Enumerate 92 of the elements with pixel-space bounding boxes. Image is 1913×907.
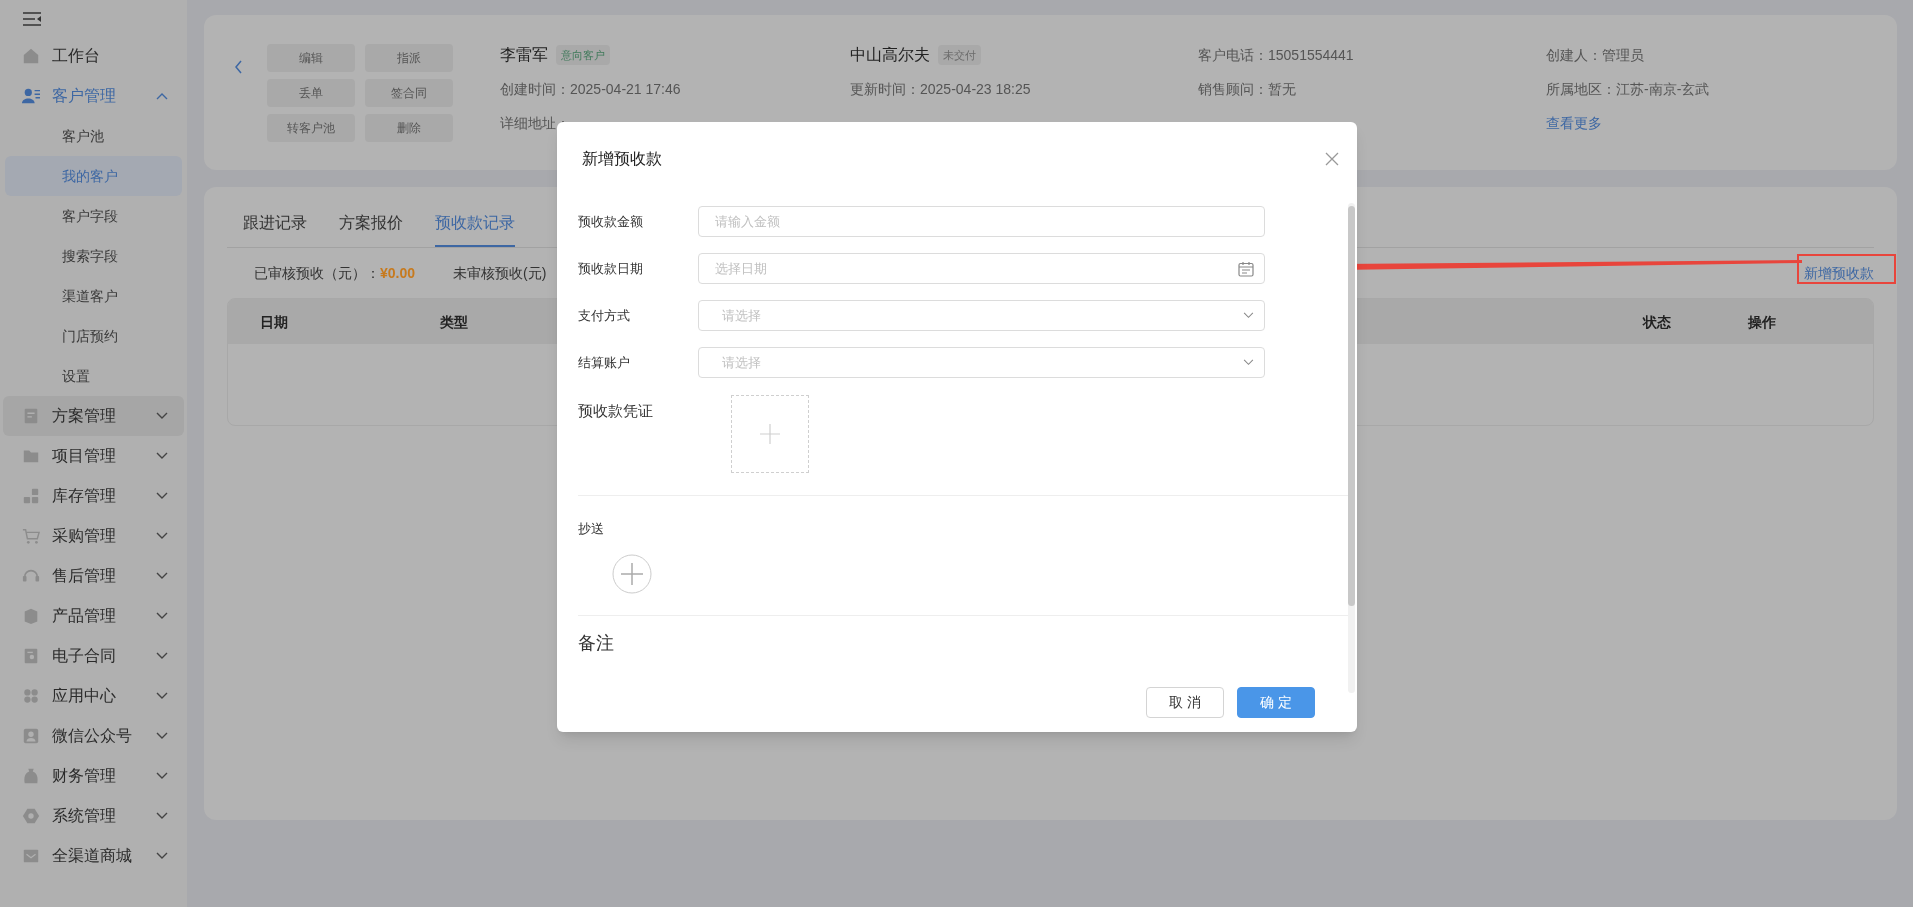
box-icon [22,607,40,625]
action-button[interactable]: 删除 [365,114,453,142]
confirm-button[interactable]: 确 定 [1237,687,1315,718]
chevron-down-icon [156,732,168,740]
add-person-icon[interactable] [612,554,652,594]
customer-name: 中山高尔夫 [850,45,930,65]
calendar-icon [1238,260,1254,277]
chevron-down-icon [156,532,168,540]
sidebar-item[interactable]: 财务管理 [3,756,184,796]
customer-name: 李雷军 [500,45,548,65]
column-header: 状态 [1643,313,1671,332]
chevron-down-icon [156,572,168,580]
add-prepayment-link[interactable]: 新增预收款 [1804,262,1874,284]
dialog-title: 新增预收款 [582,149,662,169]
field-label: 预收款凭证 [578,401,654,421]
tab[interactable]: 方案报价 [339,201,403,247]
close-icon[interactable] [1325,152,1339,166]
chevron-up-icon [156,92,168,100]
sidebar-subitem[interactable]: 渠道客户 [5,276,182,316]
sidebar-item[interactable]: 微信公众号 [3,716,184,756]
chevron-down-icon [1243,312,1254,319]
chevron-down-icon [156,772,168,780]
summary-label: 已审核预收（元）： [254,263,380,283]
chevron-down-icon [156,492,168,500]
sidebar-subitem[interactable]: 门店预约 [5,316,182,356]
summary-amount: ¥0.00 [380,263,416,283]
chevron-down-icon [1243,359,1254,366]
field-label: 预收款日期 [578,259,644,278]
chevron-down-icon [156,652,168,660]
remarks-heading: 备注 [578,633,614,653]
action-button[interactable]: 指派 [365,44,453,72]
status-tag: 未交付 [938,44,981,66]
chevron-down-icon [156,412,168,420]
chevron-down-icon [156,852,168,860]
contract-icon [22,647,40,665]
chevron-down-icon [156,812,168,820]
tab[interactable]: 预收款记录 [435,201,515,247]
column-header: 日期 [260,313,288,332]
person-icon [22,727,40,745]
chevron-down-icon [156,692,168,700]
sidebar-subitem[interactable]: 设置 [5,356,182,396]
info-text: 创建人：管理员 [1546,46,1645,65]
sidebar-item[interactable]: 方案管理 [3,396,184,436]
sidebar-item[interactable]: 采购管理 [3,516,184,556]
sidebar-item[interactable]: 全渠道商城 [3,836,184,876]
view-more-link[interactable]: 查看更多 [1546,112,1602,134]
action-button[interactable]: 签合同 [365,79,453,107]
document-icon [22,407,40,425]
info-text: 创建时间：2025-04-21 17:46 [500,80,682,99]
sidebar-item[interactable]: 库存管理 [3,476,184,516]
info-text: 更新时间：2025-04-23 18:25 [850,80,1032,99]
sidebar-subitem[interactable]: 搜索字段 [5,236,182,276]
info-text: 详细地址： [500,114,571,133]
field-label: 抄送 [578,521,604,536]
sidebar-subitem[interactable]: 客户池 [5,116,182,156]
cancel-button[interactable]: 取 消 [1146,687,1224,718]
field-label: 结算账户 [578,353,631,372]
tab[interactable]: 跟进记录 [243,201,307,247]
status-tag: 意向客户 [556,44,610,66]
sidebar-item[interactable]: 应用中心 [3,676,184,716]
blocks-icon [22,487,40,505]
home-icon [22,47,40,65]
field-label: 支付方式 [578,306,631,325]
field-label: 预收款金额 [578,212,644,231]
sidebar-item[interactable]: 系统管理 [3,796,184,836]
info-text: 所属地区：江苏-南京-玄武 [1546,80,1711,99]
action-button[interactable]: 转客户池 [267,114,355,142]
sidebar-subitem[interactable]: 客户字段 [5,196,182,236]
info-text: 销售顾问：暂无 [1198,80,1297,99]
chevron-down-icon [156,452,168,460]
sidebar-item[interactable]: 产品管理 [3,596,184,636]
money-bag-icon [22,767,40,785]
user-icon [22,87,40,105]
column-header: 类型 [440,313,468,332]
menu-icon[interactable] [22,12,42,26]
plus-icon [760,424,780,444]
grid-icon [22,687,40,705]
cart-icon [22,527,40,545]
back-icon[interactable] [234,60,244,74]
action-button[interactable]: 丢单 [267,79,355,107]
info-text: 客户电话：15051554441 [1198,46,1355,65]
sidebar-item[interactable]: 项目管理 [3,436,184,476]
action-button[interactable]: 编辑 [267,44,355,72]
upload-box[interactable] [731,395,809,473]
summary-label: 未审核预收(元) [453,263,547,283]
sidebar-item[interactable]: 工作台 [3,36,184,76]
envelope-icon [22,847,40,865]
hexagon-icon [22,807,40,825]
sidebar-item[interactable]: 售后管理 [3,556,184,596]
chevron-down-icon [156,612,168,620]
column-header: 操作 [1748,313,1776,332]
sidebar-item[interactable]: 电子合同 [3,636,184,676]
